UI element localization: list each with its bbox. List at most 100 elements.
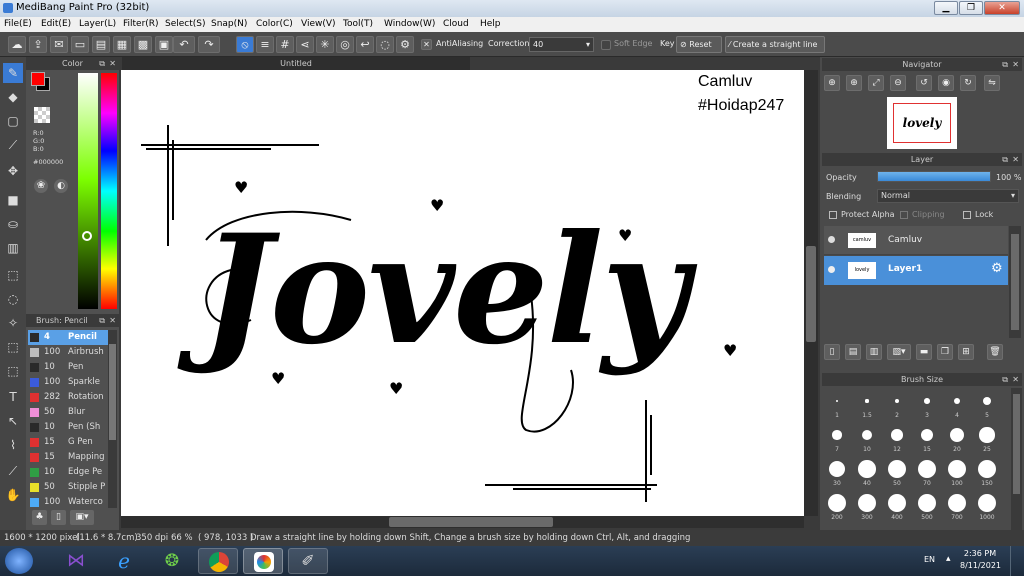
close-icon[interactable]: ✕ — [1012, 58, 1019, 71]
snap-circle-icon[interactable]: ◎ — [336, 36, 354, 53]
brush-size-cell[interactable]: 7 — [822, 422, 852, 456]
brush-size-cell[interactable]: 2 — [882, 388, 912, 422]
ie-icon[interactable]: ℯ — [104, 548, 144, 574]
reset-button[interactable]: ⊘ Reset — [676, 36, 722, 53]
brush-size-cell[interactable]: 20 — [942, 422, 972, 456]
transparent-swatch[interactable] — [34, 107, 50, 123]
snap-vanish-icon[interactable]: ⋖ — [296, 36, 314, 53]
redo-icon[interactable]: ↷ — [198, 36, 220, 53]
cloud-icon[interactable]: ☁ — [8, 36, 26, 53]
clipping-checkbox[interactable] — [900, 211, 908, 219]
straight-line-button[interactable]: ⁄ Create a straight line — [725, 36, 825, 53]
brush-size-cell[interactable]: 25 — [972, 422, 1002, 456]
menu-snap[interactable]: Snap(N) — [211, 19, 247, 29]
menu-layer[interactable]: Layer(L) — [79, 19, 116, 29]
close-icon[interactable]: ✕ — [1012, 373, 1019, 386]
brush-item[interactable]: 4 Pencil — [28, 330, 108, 345]
brush-item[interactable]: 10 Pen — [28, 360, 108, 375]
brush-menu-icon[interactable]: ▣▾ — [70, 510, 94, 525]
brush-item[interactable]: 50 Stipple P — [28, 480, 108, 495]
menu-color[interactable]: Color(C) — [256, 19, 293, 29]
vscroll-thumb[interactable] — [806, 246, 816, 342]
menu-cloud[interactable]: Cloud — [443, 19, 469, 29]
brush-icon[interactable]: ⟋ — [3, 135, 23, 155]
layer-scrollbar[interactable] — [1009, 226, 1021, 338]
brush-size-cell[interactable]: 500 — [912, 490, 942, 524]
reset-view-icon[interactable]: ◉ — [938, 75, 954, 91]
rect-fill-icon[interactable]: ■ — [3, 190, 23, 210]
layer-scroll-thumb[interactable] — [1011, 234, 1019, 330]
gradient-icon[interactable]: ▥ — [3, 238, 23, 258]
opacity-slider[interactable] — [877, 171, 991, 182]
menu-view[interactable]: View(V) — [301, 19, 336, 29]
drawing-canvas[interactable]: ♥ ♥ ♥ ♥ ♥ ♥ Jovely Camluv #Hoidap247 — [121, 70, 804, 516]
paint-icon[interactable]: ✐ — [288, 548, 328, 574]
new-1bit-layer-icon[interactable]: ▥ — [866, 344, 882, 360]
menu-tool[interactable]: Tool(T) — [343, 19, 373, 29]
flip-icon[interactable]: ⇋ — [984, 75, 1000, 91]
close-icon[interactable]: ✕ — [1012, 153, 1019, 166]
float-icon[interactable]: ⧉ — [99, 314, 105, 327]
brush-new-icon[interactable]: ▯ — [51, 510, 66, 525]
visibility-icon[interactable] — [828, 236, 835, 243]
brush-size-cell[interactable]: 3 — [912, 388, 942, 422]
float-icon[interactable]: ⧉ — [1002, 373, 1008, 386]
fit-window-icon[interactable]: ⤢ — [868, 75, 884, 91]
brush-size-scrollbar[interactable] — [1011, 388, 1022, 530]
brush-item[interactable]: 100 Waterco — [28, 495, 108, 510]
zoom-out-icon[interactable]: ⊖ — [890, 75, 906, 91]
menu-file[interactable]: File(E) — [4, 19, 32, 29]
close-icon[interactable]: ✕ — [109, 57, 116, 70]
brush-size-cell[interactable]: 700 — [942, 490, 972, 524]
minimize-button[interactable]: ▁ — [934, 1, 958, 15]
doc-icon[interactable]: ▤ — [92, 36, 110, 53]
brush-item[interactable]: 10 Edge Pe — [28, 465, 108, 480]
rotate-right-icon[interactable]: ↻ — [960, 75, 976, 91]
brush-add-icon[interactable]: ♣ — [32, 510, 47, 525]
close-button[interactable]: ✕ — [984, 1, 1020, 15]
trash-icon[interactable]: 🗑 — [987, 344, 1003, 360]
share-icon[interactable]: ⇪ — [29, 36, 47, 53]
brush-size-cell[interactable]: 200 — [822, 490, 852, 524]
new-8bit-layer-icon[interactable]: ▤ — [845, 344, 861, 360]
brush-size-scroll-thumb[interactable] — [1013, 394, 1020, 494]
divide-icon[interactable]: ⟋ — [3, 461, 23, 481]
show-desktop-button[interactable] — [1010, 546, 1024, 576]
lasso-icon[interactable]: ◌ — [3, 289, 23, 309]
brush-item[interactable]: 100 Sparkle — [28, 375, 108, 390]
visual-studio-icon[interactable]: ⋈ — [56, 548, 96, 574]
operation-icon[interactable]: ↖ — [3, 411, 23, 431]
color-settings-icon[interactable]: ◐ — [54, 179, 68, 193]
zoom-in-icon[interactable]: ⊕ — [824, 75, 840, 91]
brush-size-cell[interactable]: 15 — [912, 422, 942, 456]
fill-icon[interactable]: ⛀ — [3, 214, 23, 234]
select-pen-icon[interactable]: ⬚ — [3, 337, 23, 357]
zoom-fit-icon[interactable]: ⊕ — [846, 75, 862, 91]
snap-radial-icon[interactable]: ✳ — [316, 36, 334, 53]
snap-off-icon[interactable]: ⦸ — [236, 36, 254, 53]
merge-icon[interactable]: ⊞ — [958, 344, 974, 360]
foreground-color-swatch[interactable] — [31, 72, 45, 86]
medibang-taskbar-button[interactable] — [243, 548, 283, 574]
snap-ring-icon[interactable]: ◌ — [376, 36, 394, 53]
brightness-handle[interactable] — [82, 231, 92, 241]
clock[interactable]: 2:36 PM 8/11/2021 — [960, 548, 1001, 572]
brush-size-cell[interactable]: 12 — [882, 422, 912, 456]
brush-size-cell[interactable]: 70 — [912, 456, 942, 490]
layer-row-layer1[interactable]: lovely Layer1 ⚙ — [824, 256, 1008, 285]
add-layer-menu-icon[interactable]: ▧▾ — [887, 344, 911, 360]
start-button[interactable] — [5, 548, 33, 574]
document-tab[interactable]: Untitled — [122, 57, 470, 70]
menu-edit[interactable]: Edit(E) — [41, 19, 71, 29]
brush-item[interactable]: 100 Airbrush — [28, 345, 108, 360]
window-icon[interactable]: ▭ — [71, 36, 89, 53]
snap-curve-icon[interactable]: ↩ — [356, 36, 374, 53]
hand-icon[interactable]: ✋ — [3, 485, 23, 505]
gear-icon[interactable]: ⚙ — [396, 36, 414, 53]
rotate-left-icon[interactable]: ↺ — [916, 75, 932, 91]
canvas-hscrollbar[interactable] — [121, 516, 804, 528]
brush-item[interactable]: 15 G Pen — [28, 435, 108, 450]
brush-scroll-thumb[interactable] — [109, 344, 116, 440]
folder-icon[interactable]: ▬ — [916, 344, 932, 360]
menu-filter[interactable]: Filter(R) — [123, 19, 159, 29]
